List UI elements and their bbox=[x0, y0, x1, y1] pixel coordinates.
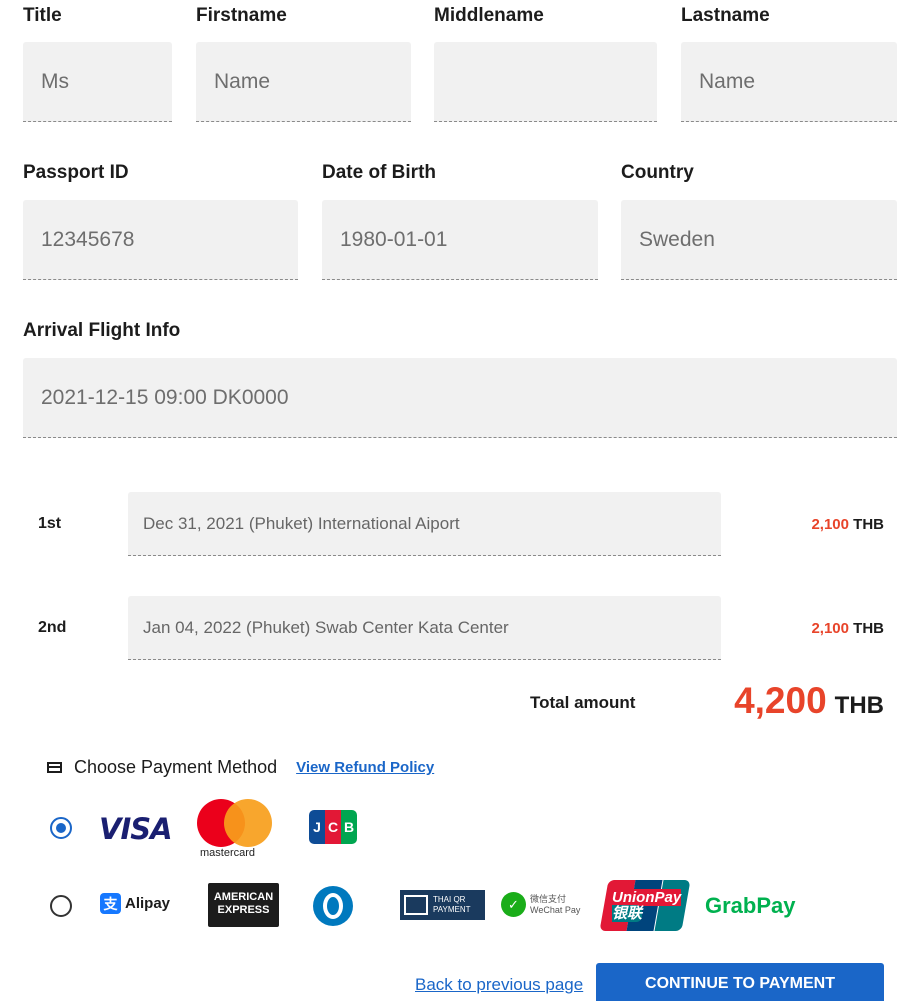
label-title: Title bbox=[23, 5, 62, 26]
alipay-logo: 支 Alipay bbox=[100, 893, 170, 914]
grabpay-logo: GrabPay bbox=[705, 893, 796, 918]
test-ordinal: 2nd bbox=[38, 619, 67, 636]
test-price: 2,100 THB bbox=[811, 516, 884, 533]
payment-radio-cards[interactable] bbox=[50, 817, 72, 839]
test-price-value: 2,100 bbox=[811, 516, 849, 533]
unionpay-logo: UnionPay 银联 bbox=[599, 880, 691, 931]
back-link[interactable]: Back to previous page bbox=[415, 975, 583, 995]
title-field[interactable]: Ms bbox=[23, 42, 172, 122]
payment-radio-other[interactable] bbox=[50, 895, 72, 917]
test-ordinal: 1st bbox=[38, 515, 62, 532]
payment-heading-text: Choose Payment Method bbox=[74, 757, 278, 777]
unionpay-line-1: UnionPay bbox=[612, 889, 682, 906]
thaiqr-line-1: THAI QR bbox=[433, 895, 466, 904]
refund-policy-link[interactable]: View Refund Policy bbox=[296, 759, 434, 776]
lastname-field[interactable]: Name bbox=[681, 42, 897, 122]
test-price: 2,100 THB bbox=[811, 620, 884, 637]
diners-club-icon bbox=[313, 886, 353, 926]
thaiqr-line-2: PAYMENT bbox=[433, 905, 471, 914]
total-currency: THB bbox=[834, 692, 884, 719]
thaiqr-text: THAI QR PAYMENT bbox=[433, 895, 470, 915]
label-passport: Passport ID bbox=[23, 162, 129, 183]
middlename-field[interactable] bbox=[434, 42, 657, 122]
amex-logo: AMERICAN EXPRESS bbox=[208, 883, 279, 927]
jcb-c: C bbox=[325, 810, 341, 844]
credit-card-icon bbox=[47, 762, 62, 773]
total-value: 4,200 bbox=[734, 680, 827, 721]
qr-icon bbox=[404, 895, 428, 915]
arrival-field[interactable]: 2021-12-15 09:00 DK0000 bbox=[23, 358, 897, 438]
test-price-currency: THB bbox=[853, 620, 884, 637]
wechat-icon: ✓ bbox=[501, 892, 526, 917]
jcb-j: J bbox=[309, 810, 325, 844]
test-price-value: 2,100 bbox=[811, 620, 849, 637]
total-amount: 4,200 THB bbox=[734, 680, 884, 722]
alipay-text: Alipay bbox=[125, 895, 171, 912]
dob-field[interactable]: 1980-01-01 bbox=[322, 200, 598, 280]
amex-line-2: EXPRESS bbox=[217, 904, 270, 916]
payment-heading: Choose Payment Method View Refund Policy bbox=[47, 757, 434, 778]
mastercard-circle-orange bbox=[224, 799, 272, 847]
label-lastname: Lastname bbox=[681, 5, 770, 26]
continue-to-payment-button[interactable]: CONTINUE TO PAYMENT bbox=[596, 963, 884, 1001]
wechat-pay-logo: ✓ 微信支付 WeChat Pay bbox=[501, 892, 580, 917]
label-firstname: Firstname bbox=[196, 5, 287, 26]
wechat-line-2: WeChat Pay bbox=[530, 904, 581, 915]
test-select-1[interactable]: Dec 31, 2021 (Phuket) International Aipo… bbox=[128, 492, 721, 556]
visa-logo: VISA bbox=[99, 812, 173, 846]
country-field[interactable]: Sweden bbox=[621, 200, 897, 280]
unionpay-text: UnionPay 银联 bbox=[612, 889, 682, 922]
mastercard-text: mastercard bbox=[200, 847, 256, 859]
total-label: Total amount bbox=[530, 693, 636, 712]
alipay-icon: 支 bbox=[100, 893, 121, 914]
thaiqr-logo: THAI QR PAYMENT bbox=[400, 890, 485, 920]
wechat-text: 微信支付 WeChat Pay bbox=[530, 894, 580, 916]
firstname-field[interactable]: Name bbox=[196, 42, 411, 122]
label-country: Country bbox=[621, 162, 694, 183]
test-select-2[interactable]: Jan 04, 2022 (Phuket) Swab Center Kata C… bbox=[128, 596, 721, 660]
label-dob: Date of Birth bbox=[322, 162, 436, 183]
amex-line-1: AMERICAN bbox=[213, 891, 274, 903]
passport-field[interactable]: 12345678 bbox=[23, 200, 298, 280]
mastercard-logo: mastercard bbox=[194, 799, 274, 861]
wechat-line-1: 微信支付 bbox=[530, 893, 567, 904]
test-price-currency: THB bbox=[853, 516, 884, 533]
label-middlename: Middlename bbox=[434, 5, 544, 26]
label-arrival: Arrival Flight Info bbox=[23, 320, 181, 341]
unionpay-line-2: 银联 bbox=[612, 905, 643, 922]
jcb-logo: J C B bbox=[309, 810, 357, 844]
diners-club-ring bbox=[323, 893, 343, 919]
jcb-b: B bbox=[341, 810, 357, 844]
